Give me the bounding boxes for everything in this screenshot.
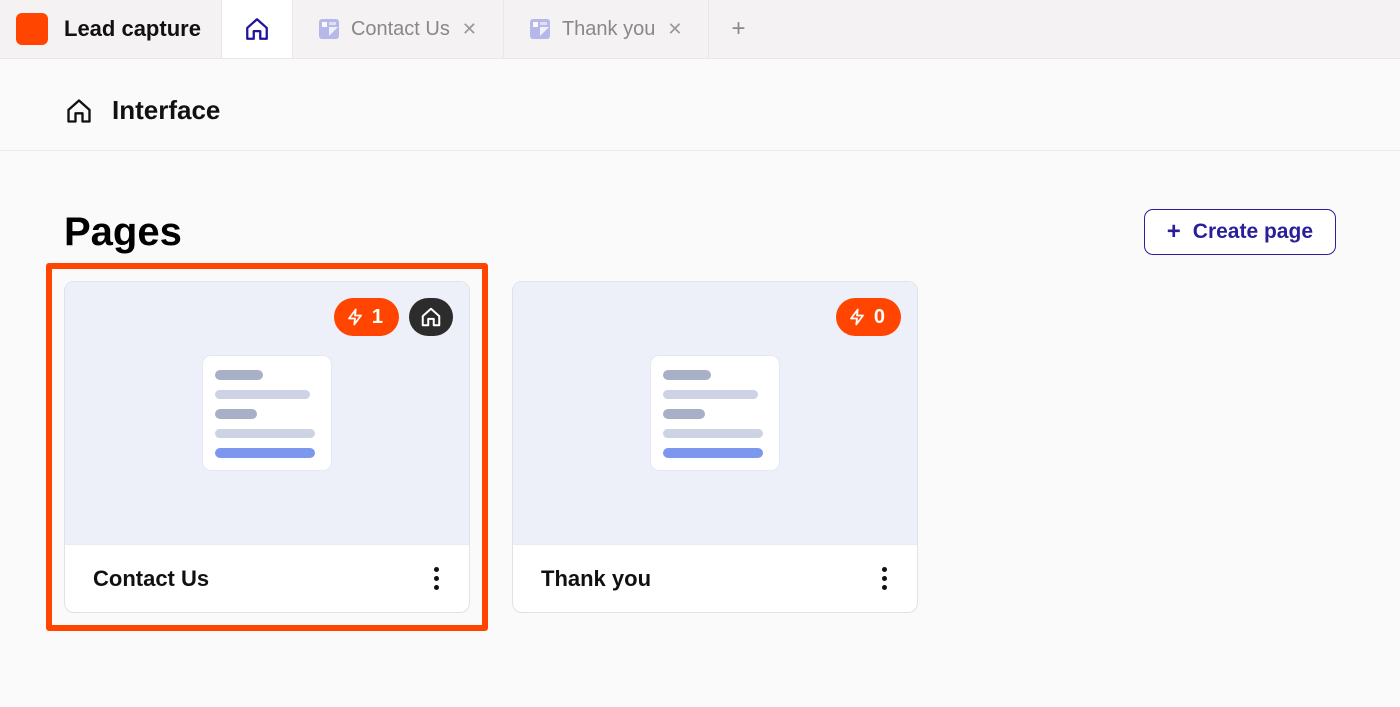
badge-row: 1	[334, 298, 453, 336]
page-card[interactable]: 1	[64, 281, 470, 613]
page-name: Thank you	[541, 566, 651, 592]
section-title: Pages	[64, 210, 182, 255]
tab-home[interactable]	[221, 0, 293, 58]
tab-label: Contact Us	[351, 18, 450, 41]
create-page-button[interactable]: + Create page	[1144, 209, 1336, 255]
close-icon[interactable]: ✕	[667, 19, 682, 40]
main: Interface Pages + Create page 1	[0, 59, 1400, 613]
close-icon[interactable]: ✕	[462, 19, 477, 40]
selection-highlight: 1	[46, 263, 488, 631]
app-logo	[16, 13, 48, 45]
home-icon	[64, 96, 94, 126]
automation-badge: 1	[334, 298, 399, 336]
automation-count: 0	[874, 306, 885, 329]
more-options-button[interactable]	[876, 561, 893, 596]
app-brand: Lead capture	[0, 0, 221, 58]
plus-icon: +	[731, 15, 745, 43]
app-name: Lead capture	[64, 16, 201, 42]
page-name: Contact Us	[93, 566, 209, 592]
page-preview: 1	[65, 282, 469, 544]
page-card-footer: Thank you	[513, 544, 917, 612]
automation-badge: 0	[836, 298, 901, 336]
home-icon	[244, 16, 270, 42]
tab-add[interactable]: +	[709, 0, 767, 58]
form-thumbnail	[203, 356, 331, 470]
home-badge	[409, 298, 453, 336]
page-title: Interface	[112, 95, 220, 126]
automation-count: 1	[372, 306, 383, 329]
tab-label: Thank you	[562, 18, 655, 41]
tab-bar: Lead capture Contact Us ✕ Thank you ✕ +	[0, 0, 1400, 59]
page-card-footer: Contact Us	[65, 544, 469, 612]
page-icon	[319, 19, 339, 39]
home-icon	[420, 306, 442, 328]
tab-page-contact-us[interactable]: Contact Us ✕	[293, 0, 504, 58]
bolt-icon	[346, 308, 364, 326]
more-options-button[interactable]	[428, 561, 445, 596]
page-card[interactable]: 0 Thank you	[512, 281, 918, 613]
tab-page-thank-you[interactable]: Thank you ✕	[504, 0, 709, 58]
page-preview: 0	[513, 282, 917, 544]
page-cards: 1	[64, 281, 1336, 613]
section-header: Pages + Create page	[64, 209, 1336, 255]
badge-row: 0	[836, 298, 901, 336]
page-header: Interface	[0, 59, 1400, 151]
form-thumbnail	[651, 356, 779, 470]
bolt-icon	[848, 308, 866, 326]
page-icon	[530, 19, 550, 39]
pages-section: Pages + Create page 1	[0, 151, 1400, 613]
button-label: Create page	[1193, 220, 1313, 244]
